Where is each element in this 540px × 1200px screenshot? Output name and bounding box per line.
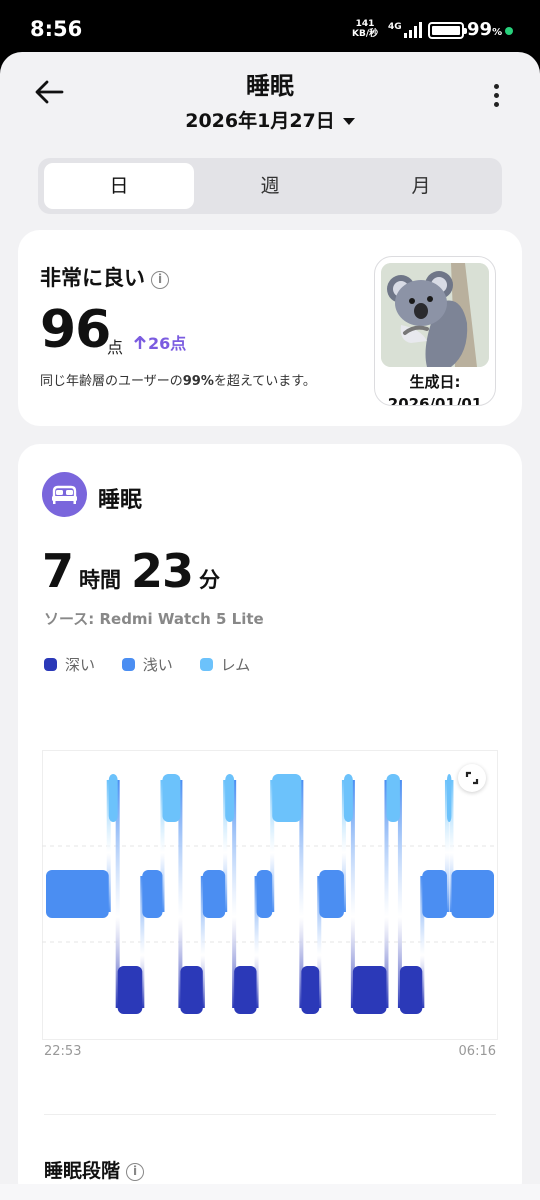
clock: 8:56 (30, 17, 83, 41)
percentile-prefix: 同じ年齢層のユーザーの (40, 374, 183, 389)
network-speed: 141 KB/秒 (352, 19, 378, 39)
battery-percent: 99% (467, 19, 502, 40)
bed-icon (42, 472, 87, 517)
stage-block-light-17 (422, 870, 447, 918)
battery-icon (428, 22, 467, 39)
hypnogram-svg (42, 750, 498, 1040)
score-unit: 点 (107, 338, 124, 357)
stage-block-rem-15 (386, 774, 400, 822)
stage-block-light-12 (319, 870, 344, 918)
stage-block-light-0 (46, 870, 109, 918)
arrow-up-icon (134, 335, 146, 349)
network-speed-value: 141 (355, 19, 375, 29)
sleep-stages-chart[interactable] (42, 750, 498, 1040)
sleep-duration: 7 時間 23 分 (42, 544, 230, 598)
stage-block-rem-7 (225, 774, 235, 822)
stage-block-rem-10 (272, 774, 302, 822)
sleep-section-title: 睡眠 (98, 488, 143, 513)
status-bar: 8:56 141 KB/秒 4G 99% (0, 0, 540, 56)
network-speed-unit: KB/秒 (352, 29, 379, 39)
sleep-score-card[interactable]: 非常に良い i 96 点 26点 同じ年齢層のユーザーの99%を超えています。 (18, 230, 522, 426)
data-source: ソース: Redmi Watch 5 Lite (44, 610, 264, 628)
signal-icon: 4G (388, 22, 422, 38)
stage-block-rem-13 (343, 774, 353, 822)
sleep-detail-card: 睡眠 7 時間 23 分 ソース: Redmi Watch 5 Lite 深い 浅い … (18, 444, 522, 1200)
hours-unit: 時間 (79, 568, 122, 592)
generated-label: 生成日: (409, 373, 461, 391)
system-navigation-bar (0, 1184, 540, 1200)
sleep-stages-heading: 睡眠段階 i (44, 1156, 145, 1183)
stage-block-deep-5 (180, 966, 203, 1014)
battery-percent-symbol: % (492, 27, 503, 38)
stage-block-rem-4 (162, 774, 181, 822)
stage-block-rem-18 (446, 774, 452, 822)
privacy-indicator-dot (505, 27, 513, 35)
legend-deep-label: 深い (65, 656, 96, 674)
generated-date: 生成日: 2026/01/01 (375, 371, 495, 406)
legend-light-label: 浅い (142, 656, 173, 674)
percentile-suffix: を超えています。 (213, 374, 316, 389)
legend-deep-swatch (44, 658, 57, 671)
minutes-unit: 分 (199, 568, 221, 592)
stage-block-deep-16 (399, 966, 423, 1014)
divider (44, 1114, 496, 1115)
legend-rem-label: レム (220, 656, 251, 674)
sleep-quality-label: 非常に良い (40, 266, 145, 290)
score-delta: 26点 (134, 330, 186, 354)
stage-block-rem-1 (108, 774, 118, 822)
percentile-text: 同じ年齢層のユーザーの99%を超えています。 (40, 370, 316, 389)
legend-light-swatch (121, 658, 135, 671)
legend-light: 浅い (121, 654, 173, 675)
chart-end-time: 06:16 (458, 1044, 496, 1059)
legend-deep: 深い (44, 654, 95, 675)
stage-block-light-19 (451, 870, 494, 918)
stage-block-deep-2 (117, 966, 143, 1014)
koala-badge[interactable]: 生成日: 2026/01/01 (374, 256, 496, 406)
header: 睡眠 2026年1月27日 (0, 52, 540, 152)
info-icon[interactable]: i (151, 271, 169, 289)
caret-down-icon (342, 118, 355, 125)
koala-image (381, 263, 489, 367)
more-options-icon[interactable] (486, 84, 506, 112)
battery-percent-value: 99 (467, 19, 493, 40)
sleep-stages-title: 睡眠段階 (44, 1160, 121, 1182)
date-label: 2026年1月27日 (185, 110, 335, 132)
duration-minutes: 23 (131, 544, 194, 598)
stage-block-deep-8 (234, 966, 257, 1014)
chart-legend: 深い 浅い レム (44, 654, 272, 675)
tab-week[interactable]: 週 (195, 163, 345, 209)
stage-block-deep-11 (301, 966, 320, 1014)
stages-info-icon[interactable]: i (126, 1163, 145, 1181)
tab-day[interactable]: 日 (44, 163, 194, 209)
sleep-screen: 睡眠 2026年1月27日 日 週 月 非常に良い i 96 点 26点 同じ年齢… (0, 52, 540, 1200)
page-title: 睡眠 (246, 72, 294, 100)
tab-month[interactable]: 月 (346, 163, 496, 209)
period-tabs: 日 週 月 (38, 158, 502, 214)
duration-hours: 7 (42, 544, 74, 598)
expand-icon[interactable] (458, 764, 486, 792)
sleep-score: 96 (40, 300, 111, 360)
stage-block-light-9 (256, 870, 273, 918)
stage-block-light-6 (202, 870, 226, 918)
score-delta-value: 26点 (148, 334, 187, 353)
generated-date-value: 2026/01/01 (387, 395, 483, 406)
stage-block-deep-14 (352, 966, 387, 1014)
legend-rem-swatch (199, 658, 213, 671)
date-picker[interactable]: 2026年1月27日 (0, 106, 540, 133)
network-type-label: 4G (388, 22, 402, 32)
stage-block-light-3 (142, 870, 163, 918)
chart-start-time: 22:53 (44, 1044, 82, 1059)
sleep-quality: 非常に良い i (40, 262, 169, 292)
percentile-value: 99% (182, 374, 214, 389)
legend-rem: レム (199, 654, 251, 675)
